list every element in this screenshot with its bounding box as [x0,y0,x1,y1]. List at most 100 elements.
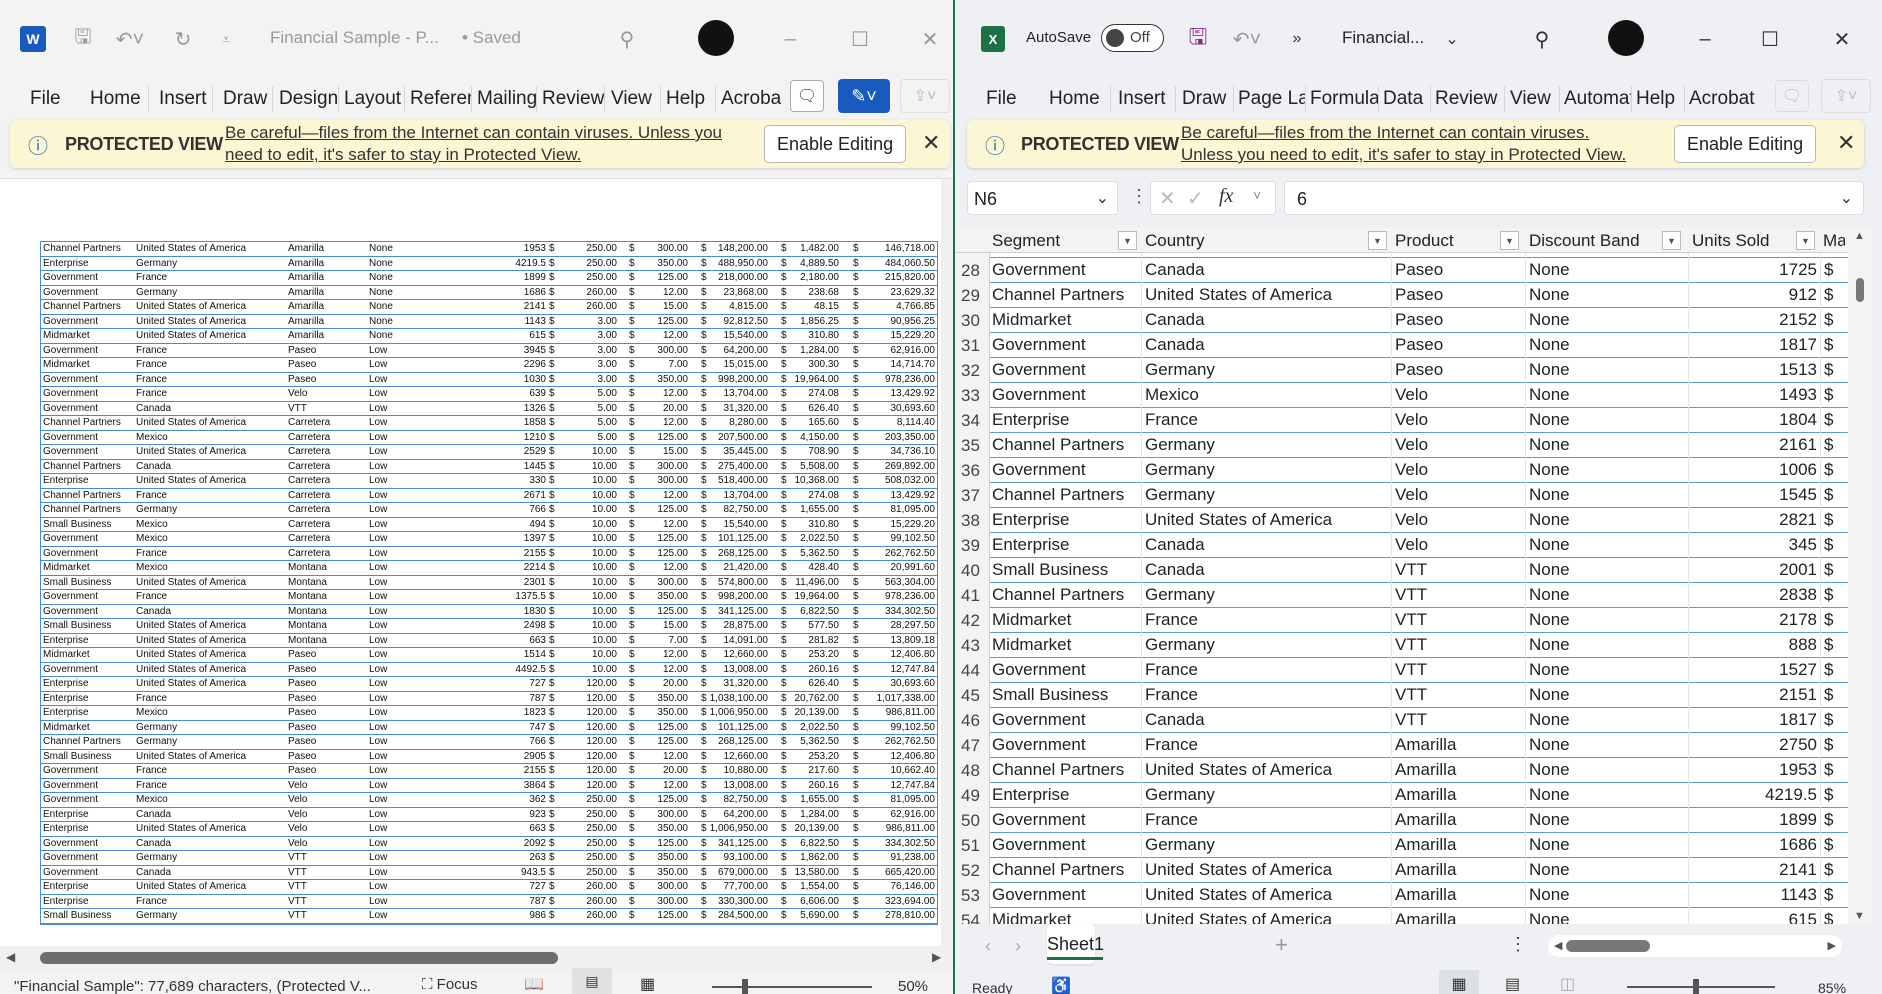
redo-icon[interactable]: ↻ [168,24,198,54]
scroll-right-icon[interactable]: ▶ [932,950,941,964]
table-row[interactable]: 54 Midmarket United States of America Amari… [955,908,1848,924]
zoom-slider-thumb[interactable] [1693,979,1699,994]
comments-icon[interactable]: 🗨 [1775,80,1809,112]
maximize-icon[interactable]: ☐ [1755,24,1785,54]
enter-check-icon[interactable]: ✓ [1187,186,1204,211]
accessibility-icon[interactable]: ♿ [1051,976,1071,994]
tab-mailings[interactable]: Mailings [475,86,537,112]
print-layout-icon[interactable]: ▤ [572,968,612,994]
message-line-1[interactable]: Be careful—files from the Internet can c… [1181,122,1626,144]
table-row[interactable]: 38 Enterprise United States of America Velo… [955,508,1848,533]
word-count-status[interactable]: "Financial Sample": 77,689 characters, (… [14,978,371,994]
formula-input[interactable]: 6 ⌄ [1284,181,1864,215]
scroll-right-icon[interactable]: ▶ [1828,939,1836,952]
close-icon[interactable]: ✕ [915,24,945,54]
editing-pen-icon[interactable]: ✎˅ [838,79,890,113]
tab-insert[interactable]: Insert [1116,86,1176,112]
sheet-tab[interactable]: Sheet1 [1047,924,1104,964]
table-row[interactable]: 50 Government France Amarilla None 1899 $ [955,808,1848,833]
cancel-icon[interactable]: ✕ [1159,186,1176,211]
filter-dropdown-icon[interactable]: ▼ [1796,231,1815,250]
tab-draw[interactable]: Draw [1180,86,1234,112]
tab-page-layout[interactable]: Page Layout [1236,86,1306,112]
undo-icon[interactable]: ↶˅ [110,24,150,54]
share-icon[interactable]: ⇪˅ [900,79,950,113]
comments-icon[interactable]: 🗨 [790,80,824,112]
more-commands-icon[interactable]: » [1287,24,1307,54]
horizontal-scrollbar[interactable]: ◀ ▶ [0,946,953,970]
tab-home[interactable]: Home [88,86,149,112]
table-row[interactable]: 30 Midmarket Canada Paseo None 2152 $ [955,308,1848,333]
table-row[interactable]: 39 Enterprise Canada Velo None 345 $ [955,533,1848,558]
table-row[interactable]: 51 Government Germany Amarilla None 1686 $ [955,833,1848,858]
table-row[interactable]: 35 Channel Partners Germany Velo None 2161 $ [955,433,1848,458]
customize-toolbar-icon[interactable]: ⩡ [216,24,236,54]
normal-view-icon[interactable]: ▦ [1439,970,1479,994]
search-icon[interactable]: ⚲ [1527,24,1557,54]
scroll-left-icon[interactable]: ◀ [6,950,15,964]
fx-chevron-icon[interactable]: ˅ [1253,187,1261,203]
document-title[interactable]: Financial Sample - P... [270,28,439,48]
add-sheet-icon[interactable]: + [1275,932,1288,958]
read-mode-icon[interactable]: 📖 [524,974,544,994]
scroll-up-icon[interactable]: ▲ [1854,230,1865,242]
workbook-title[interactable]: Financial... [1342,28,1424,48]
tab-acrobat[interactable]: Acrobat [719,86,781,112]
formula-bar-resize-icon[interactable]: ⋮ [1130,186,1148,207]
zoom-slider[interactable] [712,979,872,994]
table-row[interactable]: 33 Government Mexico Velo None 1493 $ [955,383,1848,408]
web-layout-icon[interactable]: ▦ [640,974,655,994]
scroll-left-icon[interactable]: ◀ [1554,939,1562,952]
tab-view[interactable]: View [609,86,661,112]
close-protected-view-icon[interactable]: ✕ [1837,130,1855,156]
save-icon[interactable]: 🖫 [1185,24,1211,54]
tab-home[interactable]: Home [1047,86,1111,112]
table-row[interactable]: 44 Government France VTT None 1527 $ [955,658,1848,683]
name-box[interactable]: N6 ⌄ [967,181,1118,215]
tab-design[interactable]: Design [277,86,339,112]
avatar[interactable] [698,20,734,56]
horizontal-scroll-thumb[interactable] [1566,940,1650,952]
table-row[interactable]: 42 Midmarket France VTT None 2178 $ [955,608,1848,633]
previous-sheet-icon[interactable]: ‹ [985,936,991,957]
table-row[interactable]: 46 Government Canada VTT None 1817 $ [955,708,1848,733]
zoom-slider[interactable] [1627,979,1775,994]
page-layout-view-icon[interactable]: ▤ [1505,974,1520,994]
tab-help[interactable]: Help [664,86,716,112]
filter-dropdown-icon[interactable]: ▼ [1662,231,1681,250]
table-row[interactable]: 48 Channel Partners United States of Ameri… [955,758,1848,783]
tab-layout[interactable]: Layout [342,86,405,112]
vertical-scrollbar[interactable]: ▲ ▼ [1848,228,1872,924]
zoom-level[interactable]: 85% [1818,980,1846,994]
table-row[interactable]: 45 Small Business France VTT None 2151 $ [955,683,1848,708]
tab-file[interactable]: File [28,86,68,112]
table-row[interactable]: 29 Channel Partners United States of Ameri… [955,283,1848,308]
filter-dropdown-icon[interactable]: ▼ [1368,231,1387,250]
undo-icon[interactable]: ↶˅ [1227,24,1267,54]
scroll-down-icon[interactable]: ▼ [1854,910,1865,922]
tab-review[interactable]: Review [540,86,605,112]
table-row[interactable]: 28 Government Canada Paseo None 1725 $ [955,258,1848,283]
tab-acrobat[interactable]: Acrobat [1687,86,1757,112]
table-row[interactable]: 49 Enterprise Germany Amarilla None 4219.5 $ [955,783,1848,808]
filter-dropdown-icon[interactable]: ▼ [1118,231,1137,250]
close-icon[interactable]: ✕ [1827,24,1857,54]
save-icon[interactable]: 🖫 [68,24,98,54]
table-row[interactable]: 40 Small Business Canada VTT None 2001 $ [955,558,1848,583]
maximize-icon[interactable]: ☐ [845,24,875,54]
tab-draw[interactable]: Draw [221,86,273,112]
next-sheet-icon[interactable]: › [1015,936,1021,957]
table-row[interactable]: 53 Government United States of America Amar… [955,883,1848,908]
zoom-level[interactable]: 50% [898,978,928,994]
title-chevron-down-icon[interactable]: ⌄ [1440,24,1464,54]
tab-automate[interactable]: Automate [1562,86,1632,112]
horizontal-scrollbar[interactable]: ◀ ▶ [1548,935,1842,957]
table-row[interactable]: 34 Enterprise France Velo None 1804 $ [955,408,1848,433]
filter-dropdown-icon[interactable]: ▼ [1500,231,1519,250]
vertical-scrollbar[interactable] [941,179,953,946]
horizontal-scroll-thumb[interactable] [40,952,558,964]
focus-button[interactable]: ⛶ Focus [422,976,478,993]
enable-editing-button[interactable]: Enable Editing [1674,125,1817,163]
tab-view[interactable]: View [1508,86,1560,112]
table-row[interactable]: 32 Government Germany Paseo None 1513 $ [955,358,1848,383]
